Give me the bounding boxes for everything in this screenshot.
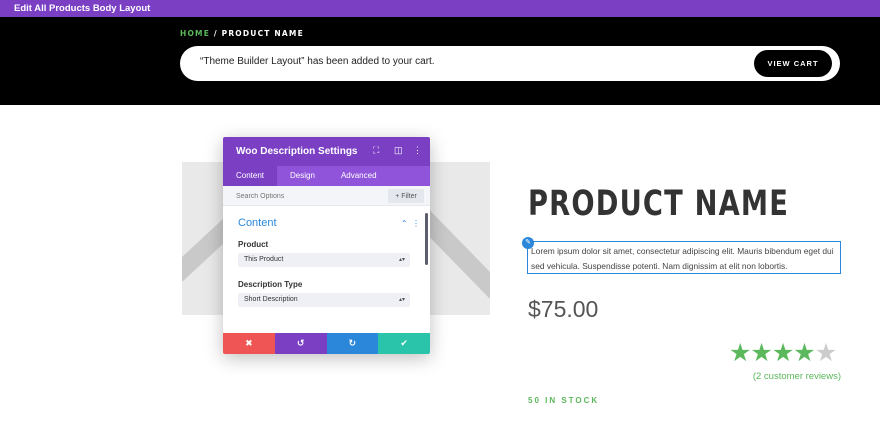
cancel-button[interactable]: ✖ [223,333,275,354]
hero-section: HOME / PRODUCT NAME “Theme Builder Layou… [0,17,880,105]
description-type-select[interactable]: Short Description ▴▾ [238,293,410,307]
settings-panel-header[interactable]: Woo Description Settings ⛶ ◫ ⋮ [223,137,430,166]
filter-button[interactable]: + Filter [388,189,424,203]
settings-tabs: Content Design Advanced [223,166,430,186]
product-description: Lorem ipsum dolor sit amet, consectetur … [531,246,834,271]
cart-notice-message: “Theme Builder Layout” has been added to… [200,56,435,67]
product-price: $75.00 [528,296,599,322]
tab-advanced[interactable]: Advanced [328,166,390,186]
description-type-label: Description Type [238,280,303,289]
star-icon: ★ [814,339,837,367]
breadcrumb-home-link[interactable]: HOME [180,29,210,38]
settings-panel: Woo Description Settings ⛶ ◫ ⋮ Content D… [223,137,430,354]
content-section-title[interactable]: Content [238,217,277,229]
customer-reviews-link[interactable]: (2 customer reviews) [753,371,841,382]
stock-status: 50 IN STOCK [528,396,600,405]
save-button[interactable]: ✔ [378,333,430,354]
redo-button[interactable]: ↻ [326,333,379,354]
star-icon: ★ [729,339,751,367]
select-arrows-icon: ▴▾ [398,297,405,303]
product-select-value: This Product [244,256,284,263]
resize-icon[interactable]: ⛶ [373,145,379,156]
cart-notice: “Theme Builder Layout” has been added to… [180,46,840,81]
product-field-label: Product [238,240,269,249]
breadcrumb-separator: / [213,29,218,38]
section-controls: ⌃ ⋮ [401,219,420,228]
select-arrows-icon: ▴▾ [398,257,405,263]
panel-scrollbar[interactable] [425,213,428,265]
breadcrumb: HOME / PRODUCT NAME [180,29,304,38]
settings-panel-title: Woo Description Settings [236,146,358,157]
panel-actions: ✖ ↺ ↻ ✔ [223,333,430,354]
description-type-value: Short Description [244,296,298,303]
search-options-input[interactable] [236,190,376,202]
more-icon[interactable]: ⋮ [413,145,422,156]
tab-design[interactable]: Design [277,166,328,186]
undo-button[interactable]: ↺ [274,333,327,354]
tab-content[interactable]: Content [223,166,278,186]
chevron-up-icon[interactable]: ⌃ [401,219,408,228]
view-cart-button[interactable]: VIEW CART [754,50,832,77]
more-icon[interactable]: ⋮ [412,219,420,228]
star-icon: ★ [771,339,794,367]
breadcrumb-current: PRODUCT NAME [221,29,304,38]
star-rating: ★★★★★ [729,339,837,367]
builder-title: Edit All Products Body Layout [14,3,151,14]
product-select[interactable]: This Product ▴▾ [238,253,410,267]
search-row: + Filter [223,186,430,206]
product-description-module[interactable]: Lorem ipsum dolor sit amet, consectetur … [527,241,841,274]
columns-icon[interactable]: ◫ [394,145,403,156]
edit-icon[interactable]: ✎ [522,237,534,249]
star-icon: ★ [750,339,772,367]
product-title: PRODUCT NAME [528,184,790,224]
star-icon: ★ [793,339,815,367]
builder-topbar: Edit All Products Body Layout [0,0,880,17]
